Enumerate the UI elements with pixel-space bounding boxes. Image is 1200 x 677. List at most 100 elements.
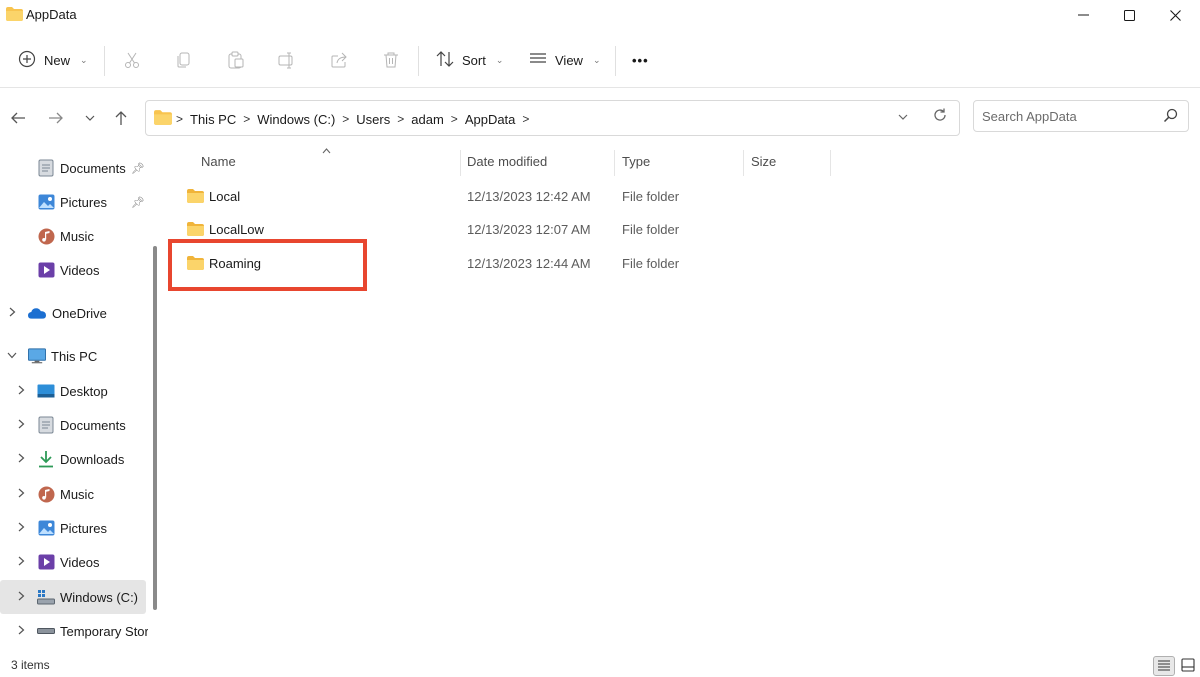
- large-icons-view-button[interactable]: [1178, 656, 1198, 676]
- more-icon: •••: [632, 52, 649, 68]
- onedrive-icon: [28, 304, 46, 322]
- breadcrumb: > This PC > Windows (C:) > Users > adam …: [154, 110, 529, 128]
- refresh-icon[interactable]: [932, 107, 948, 128]
- expand-chevron-icon[interactable]: [6, 307, 18, 320]
- sidebar-item-label: Videos: [60, 554, 100, 570]
- sidebar-item-label: This PC: [51, 348, 98, 364]
- file-date-modified: 12/13/2023 12:07 AM: [467, 222, 591, 237]
- expand-chevron-icon[interactable]: [15, 419, 27, 432]
- sidebar-item-label: Pictures: [60, 520, 107, 536]
- sidebar-item-temporary-storage[interactable]: Temporary Stor: [0, 614, 148, 648]
- breadcrumb-separator[interactable]: >: [342, 112, 349, 126]
- file-date-modified: 12/13/2023 12:44 AM: [467, 256, 591, 271]
- music-icon: [37, 485, 55, 503]
- expand-chevron-icon[interactable]: [15, 556, 27, 569]
- new-button[interactable]: New ⌄: [18, 44, 88, 76]
- view-label: View: [555, 52, 583, 68]
- column-header-name[interactable]: Name: [201, 154, 236, 169]
- sidebar-item-videos-quick[interactable]: Videos: [0, 253, 148, 287]
- paste-icon[interactable]: [226, 50, 246, 70]
- breadcrumb-separator[interactable]: >: [522, 112, 529, 126]
- sidebar-item-this-pc[interactable]: This PC: [0, 339, 148, 373]
- breadcrumb-this-pc[interactable]: This PC: [183, 112, 243, 127]
- sidebar-item-label: Downloads: [60, 451, 125, 467]
- file-type: File folder: [622, 189, 680, 204]
- view-button[interactable]: View ⌄: [529, 44, 601, 76]
- sidebar-item-music-quick[interactable]: Music: [0, 219, 148, 253]
- status-item-count: 3 items: [11, 658, 50, 672]
- column-divider[interactable]: [614, 150, 615, 176]
- maximize-button[interactable]: [1106, 0, 1152, 30]
- search-icon[interactable]: [1163, 108, 1178, 126]
- toolbar-separator: [418, 46, 419, 76]
- file-row[interactable]: Local 12/13/2023 12:42 AM File folder: [168, 182, 828, 212]
- chevron-down-icon: ⌄: [80, 54, 88, 65]
- sidebar-item-downloads[interactable]: Downloads: [0, 442, 148, 476]
- window-title: AppData: [26, 7, 77, 22]
- documents-icon: [37, 416, 55, 434]
- minimize-button[interactable]: [1060, 0, 1106, 30]
- breadcrumb-adam[interactable]: adam: [404, 112, 451, 127]
- column-header-size[interactable]: Size: [751, 154, 776, 169]
- column-header-date-modified[interactable]: Date modified: [467, 154, 547, 169]
- copy-icon[interactable]: [174, 50, 194, 70]
- share-icon[interactable]: [329, 50, 349, 70]
- breadcrumb-separator[interactable]: >: [397, 112, 404, 126]
- sort-button[interactable]: Sort ⌄: [436, 44, 503, 76]
- up-icon[interactable]: [111, 108, 131, 128]
- sidebar-item-videos[interactable]: Videos: [0, 545, 148, 579]
- column-divider[interactable]: [460, 150, 461, 176]
- sidebar-item-documents-quick[interactable]: Documents 📌︎: [0, 151, 148, 185]
- chevron-down-icon: ⌄: [495, 54, 504, 65]
- column-divider[interactable]: [830, 150, 831, 176]
- delete-icon[interactable]: [381, 50, 401, 70]
- computer-icon: [28, 347, 46, 365]
- recent-locations-chevron-icon[interactable]: [80, 108, 100, 128]
- address-history-chevron-icon[interactable]: [898, 110, 908, 124]
- breadcrumb-separator[interactable]: >: [243, 112, 250, 126]
- videos-icon: [37, 553, 55, 571]
- chevron-down-icon: ⌄: [592, 54, 601, 65]
- sidebar-item-documents[interactable]: Documents: [0, 408, 148, 442]
- music-icon: [37, 227, 55, 245]
- collapse-chevron-icon[interactable]: [6, 350, 18, 362]
- expand-chevron-icon[interactable]: [15, 522, 27, 535]
- navigation-pane: Documents 📌︎ Pictures 📌︎ Music Videos On…: [0, 148, 162, 653]
- sidebar-item-windows-c[interactable]: Windows (C:): [0, 580, 146, 614]
- sidebar-item-label: Desktop: [60, 383, 108, 399]
- sidebar-item-pictures-quick[interactable]: Pictures 📌︎: [0, 185, 148, 219]
- videos-icon: [37, 261, 55, 279]
- expand-chevron-icon[interactable]: [15, 488, 27, 501]
- sidebar-item-onedrive[interactable]: OneDrive: [0, 296, 148, 330]
- sidebar-item-pictures[interactable]: Pictures: [0, 511, 148, 545]
- search-box[interactable]: [973, 100, 1189, 132]
- expand-chevron-icon[interactable]: [15, 625, 27, 638]
- file-type: File folder: [622, 222, 680, 237]
- sidebar-scrollbar[interactable]: [153, 246, 157, 610]
- search-input[interactable]: [982, 107, 1152, 125]
- expand-chevron-icon[interactable]: [15, 453, 27, 466]
- expand-chevron-icon[interactable]: [15, 591, 27, 604]
- address-bar[interactable]: > This PC > Windows (C:) > Users > adam …: [145, 100, 960, 136]
- breadcrumb-separator[interactable]: >: [451, 112, 458, 126]
- expand-chevron-icon[interactable]: [15, 385, 27, 398]
- sidebar-item-label: Documents: [60, 160, 126, 176]
- removable-drive-icon: [37, 622, 55, 640]
- more-button[interactable]: •••: [632, 44, 649, 76]
- column-header-type[interactable]: Type: [622, 154, 650, 169]
- details-view-button[interactable]: [1153, 656, 1175, 676]
- breadcrumb-windows-c[interactable]: Windows (C:): [250, 112, 342, 127]
- breadcrumb-separator: >: [176, 112, 184, 126]
- breadcrumb-appdata[interactable]: AppData: [458, 112, 523, 127]
- back-icon[interactable]: [8, 108, 28, 128]
- breadcrumb-users[interactable]: Users: [349, 112, 397, 127]
- sidebar-item-music[interactable]: Music: [0, 477, 148, 511]
- close-button[interactable]: [1152, 0, 1198, 30]
- navigation-bar: > This PC > Windows (C:) > Users > adam …: [0, 96, 1200, 140]
- cut-icon[interactable]: [122, 50, 142, 70]
- sidebar-item-desktop[interactable]: Desktop: [0, 374, 148, 408]
- rename-icon[interactable]: [277, 50, 297, 70]
- forward-icon[interactable]: [46, 108, 66, 128]
- file-name: LocalLow: [209, 222, 264, 237]
- column-divider[interactable]: [743, 150, 744, 176]
